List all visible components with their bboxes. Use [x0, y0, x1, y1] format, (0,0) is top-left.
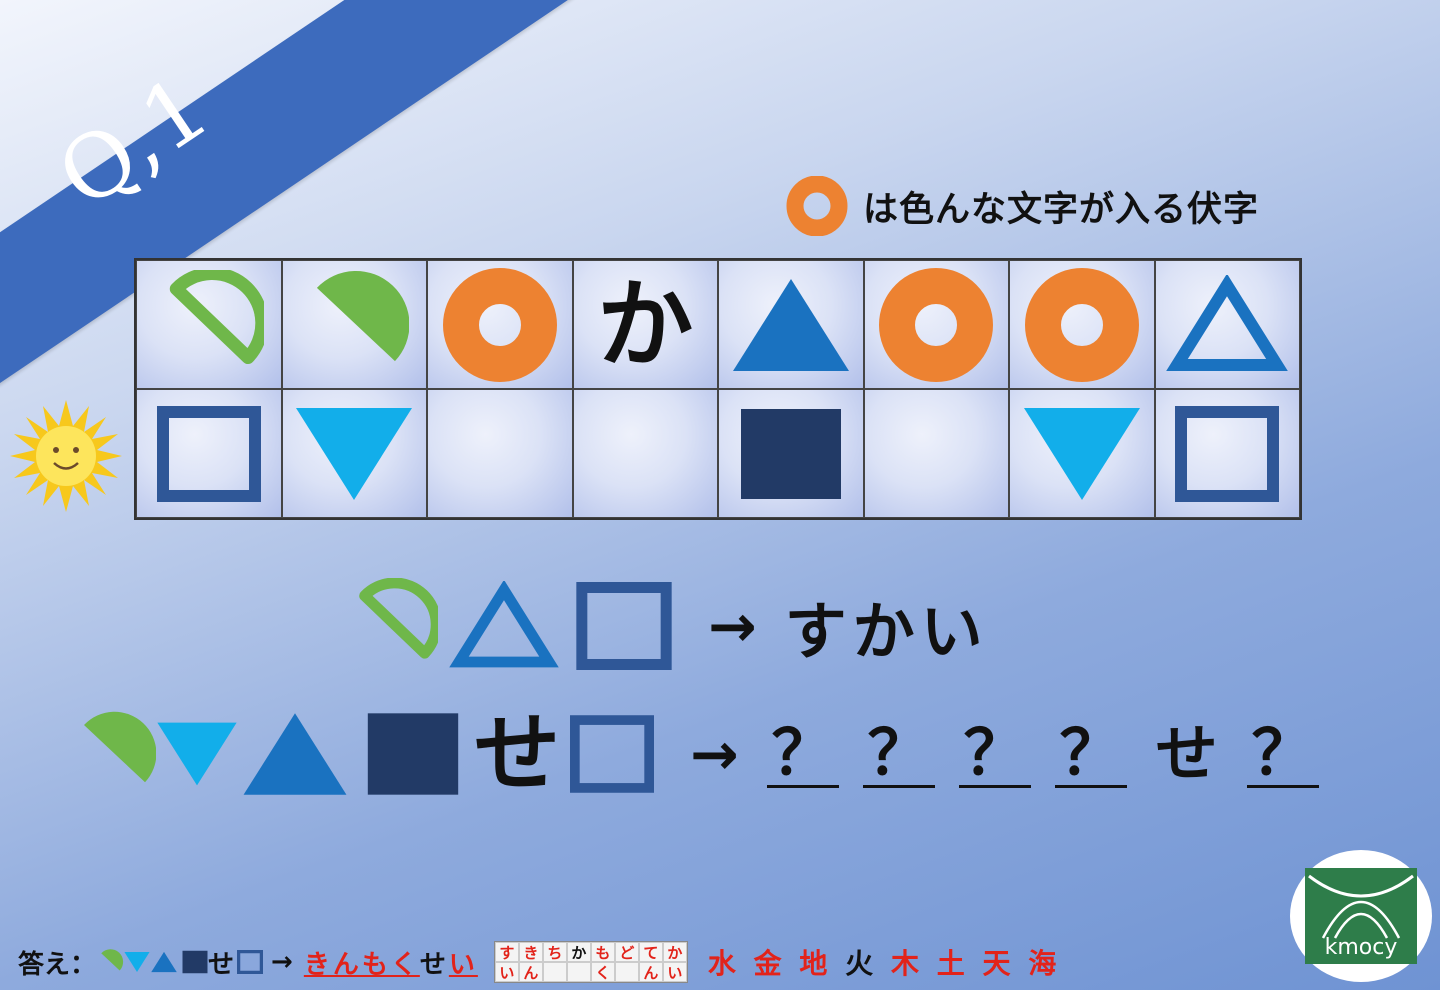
orange-ring-icon: [786, 176, 848, 236]
grid-cell: [718, 389, 864, 518]
mini-cell: [542, 962, 567, 982]
answer-mini-grid: す き ち か も ど て か い ん く ん い: [493, 941, 688, 983]
legend: は色んな文字が入る伏字: [785, 176, 1260, 236]
kmocy-logo: kmocy: [1290, 850, 1432, 982]
answer-dark-part: せ: [419, 949, 449, 980]
grid-cell: [1154, 389, 1300, 518]
mini-cell: て: [638, 942, 663, 962]
answer-red-part: きんもく: [303, 949, 420, 980]
grid-cell: [863, 260, 1009, 389]
mini-cell: ど: [614, 942, 639, 962]
mini-cell: ん: [638, 962, 663, 982]
example-answer: すかい: [784, 595, 989, 668]
navy-square-icon: [182, 950, 208, 974]
hollow-square-icon: [237, 950, 264, 974]
grid-cell-empty: [572, 389, 718, 518]
logo-text: kmocy: [1325, 935, 1398, 960]
cyan-down-triangle-icon: [1023, 407, 1140, 500]
answer-known-se: せ: [1155, 717, 1218, 791]
hollow-triangle-icon: [1166, 274, 1289, 371]
grid-cell: [1154, 260, 1300, 389]
arrow: →: [708, 592, 757, 660]
cyan-down-triangle-icon: [296, 407, 413, 500]
filled-triangle-icon: [732, 278, 849, 371]
puzzle-row: せ → ？ ？ ？ ？ せ ？: [70, 706, 1343, 802]
hollow-square-icon: [576, 582, 672, 670]
mini-cell: ん: [518, 962, 543, 982]
mini-cell: き: [518, 942, 543, 962]
mini-cell: い: [494, 962, 519, 982]
filled-half-circle-icon: [101, 949, 124, 971]
grid-cell: [1009, 260, 1155, 389]
answer-blank: ？: [862, 720, 935, 789]
kana-se: せ: [474, 704, 560, 804]
answer-blank: ？: [766, 720, 839, 789]
answer-red-part2: い: [448, 949, 478, 980]
planet-kanji: 金: [753, 947, 786, 980]
mini-cell: す: [494, 942, 519, 962]
grid-cell: [281, 260, 427, 389]
mini-cell: い: [662, 962, 687, 982]
mini-cell: か: [566, 942, 591, 962]
answer-arrow: →: [271, 947, 296, 977]
grid-cell: [718, 260, 864, 389]
mini-cell: [566, 962, 591, 982]
filled-half-circle-icon: [84, 711, 156, 783]
orange-ring-icon: [1024, 267, 1139, 382]
hollow-square-icon: [1175, 405, 1280, 502]
answer-blank: ？: [958, 720, 1031, 789]
hollow-half-circle-icon: [359, 578, 438, 659]
answer-label: 答え：: [18, 949, 97, 980]
planet-kanji: 火: [845, 947, 878, 980]
legend-text: は色んな文字が入る伏字: [863, 189, 1260, 230]
answer-blank: ？: [1054, 720, 1127, 789]
sun-icon: [10, 400, 122, 512]
mini-cell: ち: [542, 942, 567, 962]
grid-cell: [1009, 389, 1155, 518]
hollow-square-icon: [156, 405, 261, 502]
planet-kanji: 木: [890, 947, 923, 980]
cyan-down-triangle-icon: [124, 952, 150, 972]
arrow: →: [690, 720, 739, 788]
navy-square-icon: [367, 713, 459, 795]
hollow-triangle-icon: [449, 581, 559, 668]
planet-list: 水 金 地 火 木 土 天 海: [708, 942, 1060, 982]
orange-ring-icon: [879, 267, 994, 382]
grid-cell: [136, 389, 282, 518]
answer-kana-se: せ: [208, 949, 238, 980]
grid-cell-empty: [863, 389, 1009, 518]
planet-kanji: 土: [936, 947, 969, 980]
planet-kanji: 天: [982, 947, 1015, 980]
symbol-grid: か: [134, 258, 1302, 520]
mini-cell: も: [590, 942, 615, 962]
mini-cell: か: [662, 942, 687, 962]
planet-kanji: 水: [707, 947, 740, 980]
filled-triangle-icon: [243, 713, 347, 795]
planet-kanji: 海: [1028, 947, 1061, 980]
example-row: → すかい: [346, 578, 989, 674]
filled-triangle-icon: [151, 951, 177, 973]
orange-ring-icon: [442, 267, 557, 382]
cyan-down-triangle-icon: [157, 722, 237, 786]
kana-ka: か: [597, 268, 694, 381]
answer-footer: 答え： せ → きんもく せ い す き ち か も ど て か い ん く ん…: [18, 940, 1060, 984]
grid-cell-empty: [427, 389, 573, 518]
grid-cell: [427, 260, 573, 389]
navy-square-icon: [740, 408, 841, 499]
mini-cell: [614, 962, 639, 982]
mini-cell: く: [590, 962, 615, 982]
hollow-half-circle-icon: [169, 269, 264, 364]
filled-half-circle-icon: [317, 270, 410, 361]
planet-kanji: 地: [799, 947, 832, 980]
grid-cell: か: [572, 260, 718, 389]
hollow-square-icon: [570, 715, 654, 793]
grid-cell: [136, 260, 282, 389]
kmocy-logo-mark: kmocy: [1305, 868, 1417, 964]
grid-cell: [281, 389, 427, 518]
answer-blank: ？: [1246, 720, 1319, 789]
